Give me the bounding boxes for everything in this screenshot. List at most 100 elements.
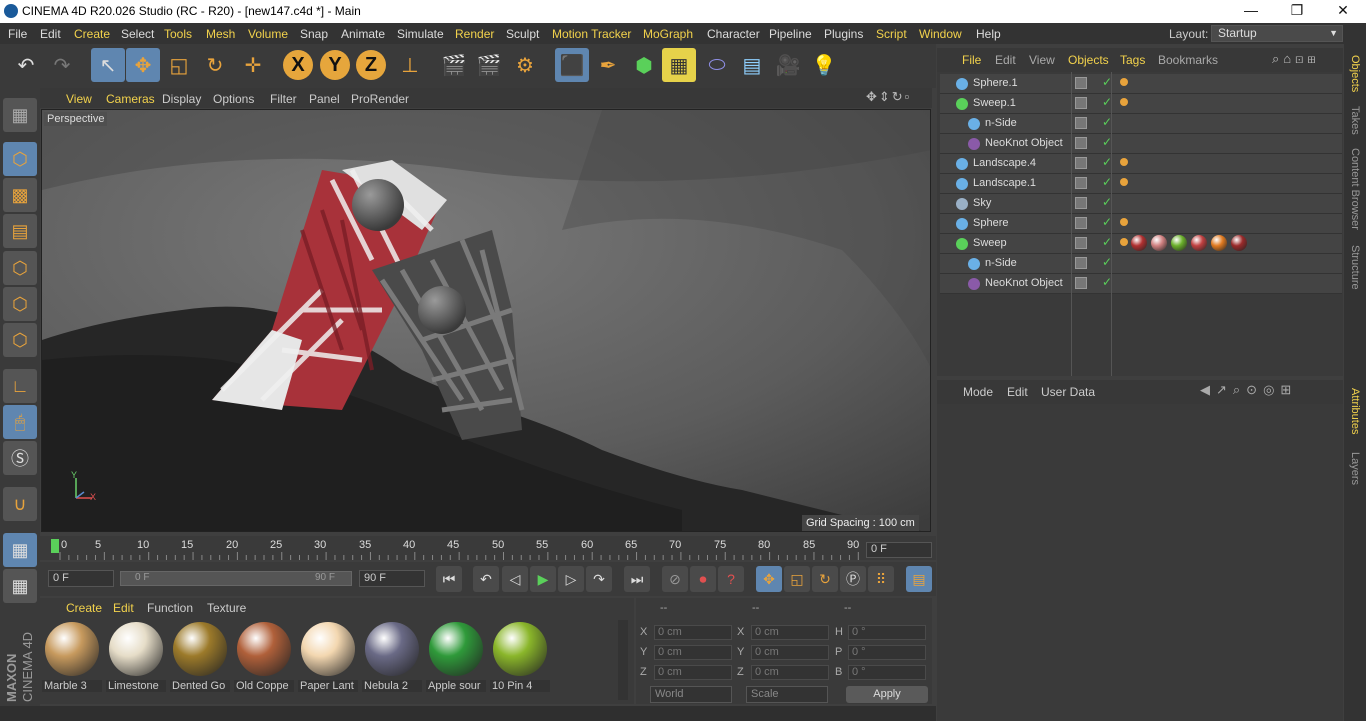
material-menu-texture[interactable]: Texture xyxy=(207,601,246,615)
coordinate-system-icon[interactable]: ⊥ xyxy=(393,48,427,82)
layer-icon[interactable] xyxy=(1075,157,1087,169)
key-scale-icon[interactable]: ◱ xyxy=(784,566,810,592)
model-mode-icon[interactable]: ⬡ xyxy=(3,142,37,176)
z-axis-lock-button[interactable]: Z xyxy=(356,50,386,80)
tab-attributes[interactable]: Attributes xyxy=(1349,388,1361,434)
viewport-menu-display[interactable]: Display xyxy=(162,92,201,106)
keyframe-selection-icon[interactable]: ? xyxy=(718,566,744,592)
planar-workplane-icon[interactable]: ▦ xyxy=(3,569,37,603)
layer-icon[interactable] xyxy=(1075,137,1087,149)
coord-mode-scale-select[interactable]: Scale xyxy=(746,686,828,703)
material-tag-icon[interactable] xyxy=(1171,235,1187,251)
edges-mode-icon[interactable]: ⬡ xyxy=(3,287,37,321)
menu-motion-tracker[interactable]: Motion Tracker xyxy=(552,27,631,41)
coord-value-field[interactable]: 0 cm xyxy=(751,645,829,660)
phong-tag-icon[interactable] xyxy=(1120,158,1128,166)
menu-simulate[interactable]: Simulate xyxy=(397,27,444,41)
coord-value-field[interactable]: 0 ° xyxy=(848,625,926,640)
record-keys-icon[interactable]: ⊘ xyxy=(662,566,688,592)
timeline-window-icon[interactable]: ▤ xyxy=(906,566,932,592)
material-menu-function[interactable]: Function xyxy=(147,601,193,615)
material-swatch[interactable]: Apple sour xyxy=(426,620,486,696)
object-row[interactable]: NeoKnot Object ✓ xyxy=(940,274,1342,294)
sweep-material-tags[interactable] xyxy=(1131,235,1247,251)
minimize-button[interactable]: — xyxy=(1228,0,1274,23)
pen-spline-icon[interactable]: ✒ xyxy=(591,48,625,82)
solo-icon[interactable]: Ⓢ xyxy=(3,441,37,475)
object-name[interactable]: Landscape.4 xyxy=(973,157,1036,169)
material-swatch[interactable]: Marble 3 xyxy=(42,620,102,696)
viewport-nav-icons[interactable]: ✥⇕↻▫ xyxy=(866,89,911,105)
material-tag-icon[interactable] xyxy=(1131,235,1147,251)
viewport-menu-prorender[interactable]: ProRender xyxy=(351,92,409,106)
objects-menu-bookmarks[interactable]: Bookmarks xyxy=(1158,53,1218,67)
object-row[interactable]: Sky ✓ xyxy=(940,194,1342,214)
apply-button[interactable]: Apply xyxy=(846,686,928,703)
object-name[interactable]: Sweep.1 xyxy=(973,97,1016,109)
x-axis-lock-button[interactable]: X xyxy=(283,50,313,80)
coord-value-field[interactable]: 0 cm xyxy=(751,625,829,640)
go-to-start-icon[interactable]: ⏮ xyxy=(436,566,462,592)
recent-tool-icon[interactable]: ✛ xyxy=(236,48,270,82)
points-mode-icon[interactable]: ⬡ xyxy=(3,251,37,285)
layer-icon[interactable] xyxy=(1075,217,1087,229)
objects-menu-edit[interactable]: Edit xyxy=(995,53,1016,67)
object-row[interactable]: Landscape.1 ✓ xyxy=(940,174,1342,194)
layer-icon[interactable] xyxy=(1075,237,1087,249)
viewport-menu-options[interactable]: Options xyxy=(213,92,254,106)
menu-window[interactable]: Window xyxy=(919,27,962,41)
floor-icon[interactable]: ▤ xyxy=(735,48,769,82)
tab-layers[interactable]: Layers xyxy=(1349,452,1361,485)
previous-key-icon[interactable]: ↶ xyxy=(473,566,499,592)
material-scrollbar[interactable] xyxy=(618,620,628,700)
attributes-menu-mode[interactable]: Mode xyxy=(963,385,993,399)
layer-icon[interactable] xyxy=(1075,197,1087,209)
object-name[interactable]: n-Side xyxy=(985,117,1017,129)
next-key-icon[interactable]: ↷ xyxy=(586,566,612,592)
phong-tag-icon[interactable] xyxy=(1120,218,1128,226)
attributes-menu-user-data[interactable]: User Data xyxy=(1041,385,1095,399)
phong-tag-icon[interactable] xyxy=(1120,78,1128,86)
viewport-menu-cameras[interactable]: Cameras xyxy=(106,92,155,106)
next-frame-icon[interactable]: ▷ xyxy=(558,566,584,592)
objects-menu-view[interactable]: View xyxy=(1029,53,1055,67)
auto-keying-icon[interactable]: ⏺ xyxy=(690,566,716,592)
material-swatch[interactable]: Limestone xyxy=(106,620,166,696)
viewport-menu-view[interactable]: View xyxy=(66,92,92,106)
live-selection-icon[interactable]: ↖ xyxy=(91,48,125,82)
coord-value-field[interactable]: 0 cm xyxy=(751,665,829,680)
material-tag-icon[interactable] xyxy=(1231,235,1247,251)
coord-value-field[interactable]: 0 cm xyxy=(654,645,732,660)
layer-icon[interactable] xyxy=(1075,257,1087,269)
play-icon[interactable]: ▶ xyxy=(530,566,556,592)
layer-icon[interactable] xyxy=(1075,117,1087,129)
texture-mode-icon[interactable]: ▩ xyxy=(3,178,37,212)
tweak-mode-icon[interactable]: 🖱 xyxy=(3,405,37,439)
render-view-icon[interactable]: 🎬 xyxy=(437,48,471,82)
polygons-mode-icon[interactable]: ⬡ xyxy=(3,323,37,357)
close-button[interactable]: ✕ xyxy=(1320,0,1366,23)
object-row[interactable]: n-Side ✓ xyxy=(940,114,1342,134)
key-rotation-icon[interactable]: ↻ xyxy=(812,566,838,592)
object-row[interactable]: Landscape.4 ✓ xyxy=(940,154,1342,174)
tab-content-browser[interactable]: Content Browser xyxy=(1349,148,1361,230)
material-menu-edit[interactable]: Edit xyxy=(113,601,134,615)
menu-file[interactable]: File xyxy=(8,27,27,41)
camera-icon[interactable]: 🎥 xyxy=(771,48,805,82)
menu-render[interactable]: Render xyxy=(455,27,494,41)
menu-snap[interactable]: Snap xyxy=(300,27,328,41)
move-tool-icon[interactable]: ✥ xyxy=(126,48,160,82)
material-tag-icon[interactable] xyxy=(1191,235,1207,251)
objects-menu-file[interactable]: File xyxy=(962,53,981,67)
object-name[interactable]: NeoKnot Object xyxy=(985,277,1063,289)
layer-icon[interactable] xyxy=(1075,177,1087,189)
material-swatch[interactable]: Paper Lant xyxy=(298,620,358,696)
coord-value-field[interactable]: 0 cm xyxy=(654,665,732,680)
material-swatch[interactable]: Dented Go xyxy=(170,620,230,696)
menu-edit[interactable]: Edit xyxy=(40,27,61,41)
viewport-menu-panel[interactable]: Panel xyxy=(309,92,340,106)
menu-volume[interactable]: Volume xyxy=(248,27,288,41)
material-swatch[interactable]: Old Coppe xyxy=(234,620,294,696)
phong-tag-icon[interactable] xyxy=(1120,178,1128,186)
layer-icon[interactable] xyxy=(1075,97,1087,109)
